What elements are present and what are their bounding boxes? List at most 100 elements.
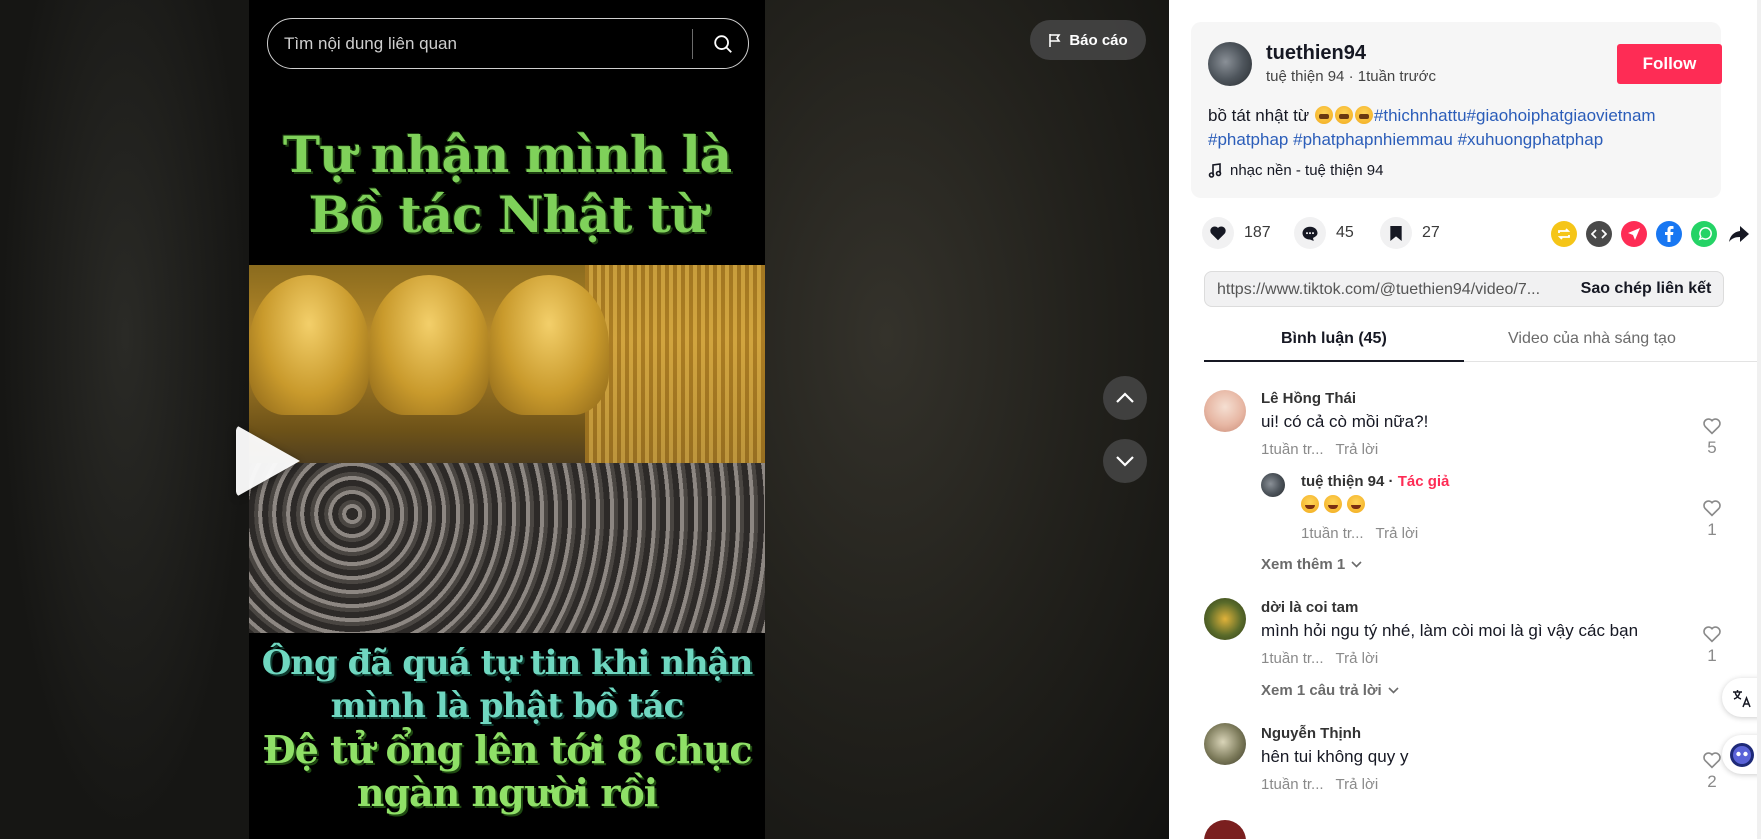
view-replies[interactable]: Xem 1 câu trả lời (1261, 682, 1399, 699)
view-replies-label: Xem 1 câu trả lời (1261, 682, 1382, 699)
facebook-share-button[interactable] (1656, 221, 1682, 247)
comment-button[interactable]: 45 (1294, 217, 1354, 249)
comment-like-button[interactable]: 1 (1698, 499, 1726, 540)
search-bar (267, 18, 749, 69)
report-button[interactable]: Báo cáo (1030, 20, 1146, 60)
assistant-button[interactable] (1722, 735, 1761, 774)
translate-icon (1732, 689, 1751, 707)
assistant-icon (1729, 742, 1754, 767)
comment-meta: 1tuần tr... Trả lời (1261, 441, 1378, 458)
comment-like-count: 5 (1707, 438, 1717, 457)
heart-outline-icon (1703, 752, 1721, 769)
music-label: nhạc nền - tuệ thiện 94 (1230, 162, 1384, 179)
hashtag-link[interactable]: #giaohoiphatgiaovietnam (1467, 106, 1656, 125)
hashtag-link[interactable]: #phatphapnhiemmau (1293, 130, 1453, 149)
comment-text: ui! có cả cò mồi nữa?! (1261, 412, 1429, 431)
commenter-name[interactable]: tuệ thiện 94 (1301, 473, 1384, 490)
commenter-avatar[interactable] (1204, 598, 1246, 640)
video-caption-overlay: Ông đã quá tự tin khi nhận mình là phật … (261, 643, 754, 815)
view-more-replies[interactable]: Xem thêm 1 (1261, 556, 1362, 573)
search-divider (692, 29, 693, 59)
video-link-box: https://www.tiktok.com/@tuethien94/video… (1204, 271, 1724, 307)
facebook-icon (1665, 226, 1674, 242)
author-username[interactable]: tuethien94 (1266, 42, 1366, 65)
heart-outline-icon (1703, 626, 1721, 643)
commenter-name[interactable]: Lê Hồng Thái (1261, 390, 1356, 407)
repost-button[interactable] (1551, 221, 1577, 247)
emoji-icon (1301, 495, 1319, 513)
blurred-background-right (765, 0, 1169, 839)
author-avatar[interactable] (1208, 42, 1252, 86)
scrollbar[interactable] (1757, 0, 1761, 839)
video-title-overlay: Tự nhận mình là Bồ tác Nhật từ (282, 125, 732, 244)
reply-button[interactable]: Trả lời (1336, 650, 1379, 667)
comment-time: 1tuần tr... (1261, 776, 1324, 793)
active-tab-indicator (1204, 360, 1464, 362)
comment-meta: 1tuần tr... Trả lời (1261, 650, 1378, 667)
reply-button[interactable]: Trả lời (1336, 441, 1379, 458)
commenter-name[interactable]: dời là coi tam (1261, 599, 1358, 616)
like-count: 187 (1244, 224, 1271, 241)
comment-time: 1tuần tr... (1261, 650, 1324, 667)
whatsapp-share-button[interactable] (1691, 221, 1717, 247)
comment-icon (1302, 226, 1318, 241)
emoji-icon (1334, 106, 1353, 124)
comment-meta: 1tuần tr... Trả lời (1261, 776, 1378, 793)
commenter-avatar[interactable] (1204, 390, 1246, 432)
commenter-avatar[interactable] (1204, 723, 1246, 765)
repost-icon (1557, 228, 1571, 240)
search-button[interactable] (703, 27, 743, 61)
comment-like-count: 1 (1707, 646, 1717, 665)
save-button[interactable]: 27 (1380, 217, 1440, 249)
share-arrow-icon (1729, 225, 1749, 242)
commenter-avatar[interactable] (1204, 820, 1246, 839)
search-input[interactable] (284, 34, 684, 54)
comment-like-button[interactable]: 1 (1698, 625, 1726, 666)
commenter-avatar[interactable] (1261, 473, 1285, 497)
comment-text: mình hỏi ngu tý nhé, làm còi moi là gì v… (1261, 621, 1639, 640)
commenter-name[interactable]: Nguyễn Thịnh (1261, 725, 1361, 742)
hashtag-link[interactable]: #thichnhattu (1374, 106, 1467, 125)
comment-like-button[interactable]: 5 (1698, 417, 1726, 458)
whatsapp-icon (1698, 226, 1712, 240)
music-link[interactable]: nhạc nền - tuệ thiện 94 (1208, 162, 1383, 179)
author-subline: tuệ thiện 94 · 1tuần trước (1266, 68, 1436, 85)
like-button[interactable]: 187 (1202, 217, 1271, 249)
play-icon[interactable] (236, 425, 300, 497)
bookmark-icon (1390, 225, 1402, 241)
send-button[interactable] (1621, 221, 1647, 247)
heart-icon (1210, 226, 1226, 241)
hashtag-link[interactable]: #phatphap (1208, 130, 1288, 149)
tab-comments[interactable]: Bình luận (45) (1281, 330, 1387, 348)
translate-button[interactable] (1722, 678, 1761, 717)
search-icon (714, 35, 732, 53)
previous-video-button[interactable] (1103, 376, 1147, 420)
comment-list: Lê Hồng Thái ui! có cả cò mồi nữa?! 1tuầ… (1169, 365, 1761, 839)
embed-button[interactable] (1586, 221, 1612, 247)
flag-icon (1049, 33, 1061, 47)
chevron-down-icon (1388, 687, 1399, 694)
video-stage: Tự nhận mình là Bồ tác Nhật từ Ông đã qu… (0, 0, 1169, 839)
more-share-button[interactable] (1726, 221, 1752, 247)
author-tag: Tác giả (1397, 473, 1450, 490)
video-link-url[interactable]: https://www.tiktok.com/@tuethien94/video… (1217, 281, 1557, 299)
description-text: bồ tát nhật từ (1208, 106, 1314, 125)
next-video-button[interactable] (1103, 439, 1147, 483)
send-icon (1628, 228, 1640, 240)
comment-meta: 1tuần tr... Trả lời (1301, 525, 1418, 542)
comment-text: hên tui không quy y (1261, 747, 1409, 766)
copy-link-button[interactable]: Sao chép liên kết (1567, 272, 1725, 306)
reply-button[interactable]: Trả lời (1376, 525, 1419, 542)
video-player[interactable]: Tự nhận mình là Bồ tác Nhật từ Ông đã qu… (249, 0, 765, 839)
comment-emoji-text (1301, 495, 1370, 518)
hashtag-link[interactable]: #xuhuongphatphap (1458, 130, 1604, 149)
follow-button[interactable]: Follow (1617, 44, 1722, 84)
heart-outline-icon (1703, 418, 1721, 435)
chevron-down-icon (1351, 561, 1362, 568)
heart-outline-icon (1703, 500, 1721, 517)
reply-button[interactable]: Trả lời (1336, 776, 1379, 793)
music-note-icon (1208, 163, 1222, 178)
tab-creator-videos[interactable]: Video của nhà sáng tạo (1508, 330, 1676, 348)
emoji-icon (1347, 495, 1365, 513)
action-bar: 187 45 27 (1202, 217, 1749, 253)
